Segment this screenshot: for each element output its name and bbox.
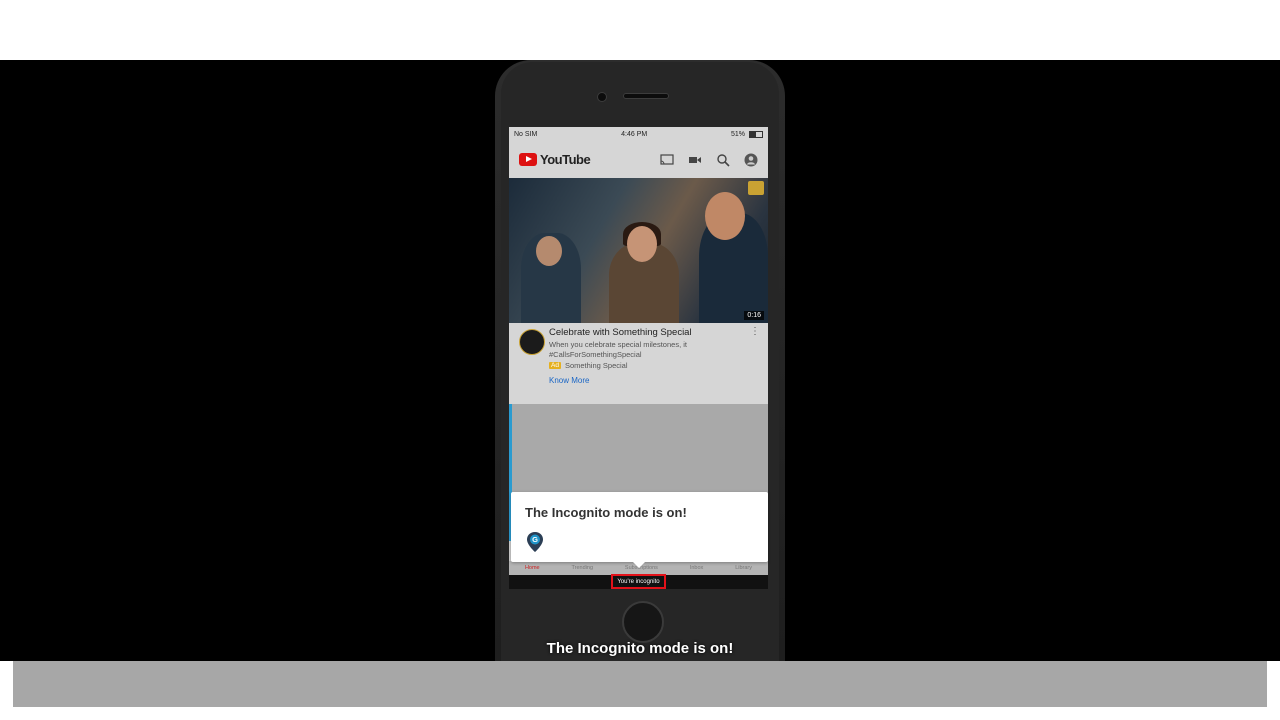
- video-title[interactable]: Celebrate with Something Special: [549, 327, 758, 338]
- tab-trending[interactable]: Trending: [572, 565, 594, 571]
- video-thumbnail[interactable]: 0:16: [509, 178, 768, 323]
- thumbnail-figure: [536, 236, 562, 266]
- video-duration: 0:16: [744, 311, 764, 320]
- app-header: YouTube: [509, 141, 768, 178]
- battery-percent: 51%: [730, 130, 745, 138]
- ad-row: Ad Something Special: [549, 361, 758, 370]
- thumbnail-figure: [705, 192, 745, 240]
- app-name: YouTube: [540, 152, 591, 167]
- brand-badge: [748, 181, 764, 195]
- header-actions: [660, 153, 758, 167]
- player-controls-bar: [13, 661, 1267, 707]
- camera-icon[interactable]: [688, 153, 702, 167]
- earpiece-speaker: [623, 93, 669, 99]
- home-button[interactable]: [622, 601, 664, 643]
- tab-inbox[interactable]: Inbox: [690, 565, 703, 571]
- account-icon[interactable]: [744, 153, 758, 167]
- video-description-line: #CallsForSomethingSpecial: [549, 350, 642, 359]
- battery-level: [750, 131, 757, 137]
- channel-name: Something Special: [564, 361, 628, 370]
- video-description-line: When you celebrate special milestones, i…: [549, 340, 687, 349]
- clock: 4:46 PM: [621, 130, 648, 138]
- thumbnail-figure: [627, 226, 657, 262]
- battery-icon: [749, 130, 763, 138]
- front-camera: [597, 92, 607, 102]
- status-bar: No SIM 4:46 PM 51%: [509, 127, 768, 141]
- more-options-icon[interactable]: ⋮: [750, 327, 760, 337]
- status-indicators: 51%: [730, 130, 763, 138]
- incognito-highlight: [611, 574, 666, 589]
- channel-avatar[interactable]: [519, 329, 545, 355]
- svg-text:G: G: [532, 535, 538, 544]
- tooltip-title: The Incognito mode is on!: [525, 505, 687, 520]
- video-info: Celebrate with Something Special When yo…: [509, 323, 768, 404]
- cast-icon[interactable]: [660, 153, 674, 167]
- location-pin-icon: G: [527, 532, 543, 552]
- ad-badge: Ad: [549, 362, 561, 369]
- incognito-tooltip: The Incognito mode is on! G: [511, 492, 768, 568]
- know-more-link[interactable]: Know More: [549, 376, 758, 385]
- play-logo-icon: [519, 153, 537, 166]
- video-caption: The Incognito mode is on!: [546, 640, 734, 657]
- tab-home[interactable]: Home: [525, 565, 540, 571]
- search-icon[interactable]: [716, 153, 730, 167]
- carrier-label: No SIM: [514, 130, 538, 138]
- youtube-logo[interactable]: YouTube: [519, 152, 591, 167]
- tab-library[interactable]: Library: [735, 565, 752, 571]
